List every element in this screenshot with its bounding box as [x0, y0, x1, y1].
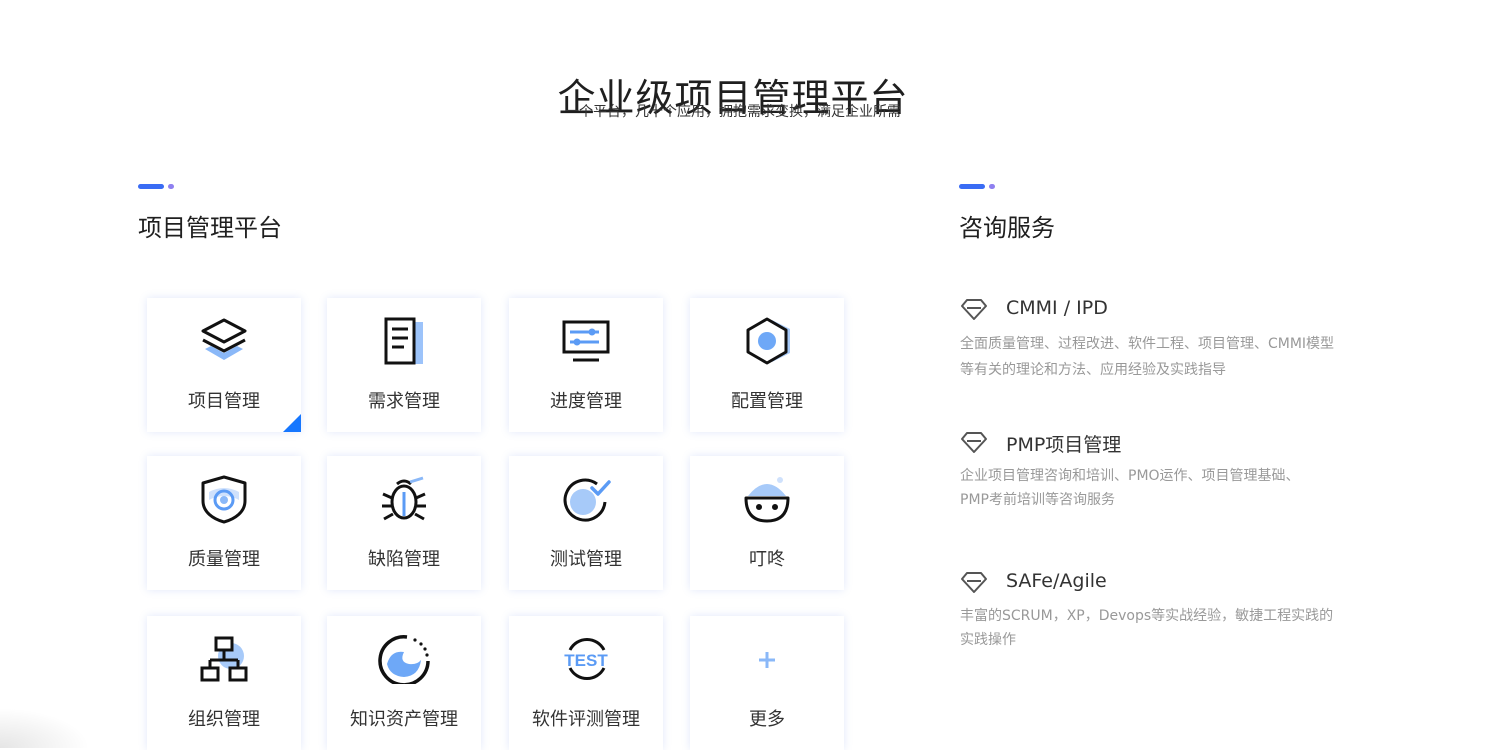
service-description: 全面质量管理、过程改进、软件工程、项目管理、CMMI模型 等有关的理论和方法、应…: [960, 336, 1335, 378]
tile-defect-management[interactable]: 缺陷管理: [327, 456, 481, 590]
tile-label: 项目管理: [188, 391, 260, 412]
service-title: SAFe/Agile: [1006, 570, 1107, 592]
layers-icon: [201, 318, 247, 360]
diamond-icon: [961, 299, 987, 320]
service-title: PMP项目管理: [1006, 434, 1122, 456]
svg-text:TEST: TEST: [564, 651, 608, 670]
tile-dingdong[interactable]: 叮咚: [690, 456, 844, 590]
tile-software-evaluation-management[interactable]: TEST 软件评测管理: [509, 616, 663, 750]
tile-organization-management[interactable]: 组织管理: [147, 616, 301, 750]
diamond-icon: [961, 432, 987, 453]
hexagon-icon: [746, 317, 790, 365]
tile-label: 进度管理: [550, 391, 622, 412]
page-subtitle: 一个平台，几十个应用，拥抱需求变换，满足企业所需: [565, 104, 901, 120]
service-title: CMMI / IPD: [1006, 297, 1108, 319]
tile-label: 更多: [749, 709, 785, 730]
diamond-icon: [961, 572, 987, 593]
tile-label: 软件评测管理: [532, 709, 640, 730]
tile-knowledge-asset-management[interactable]: 知识资产管理: [327, 616, 481, 750]
corner-shadow: [0, 708, 90, 748]
service-description: 企业项目管理咨询和培训、PMO运作、项目管理基础、 PMP考前培训等咨询服务: [960, 468, 1300, 508]
tile-label: 配置管理: [731, 391, 803, 412]
tile-label: 叮咚: [749, 549, 785, 570]
consulting-section-title: 咨询服务: [959, 214, 1055, 242]
tile-test-management[interactable]: 测试管理: [509, 456, 663, 590]
knowledge-icon: [378, 635, 430, 684]
tile-quality-management[interactable]: 质量管理: [147, 456, 301, 590]
tile-more[interactable]: 更多: [690, 616, 844, 750]
bug-icon: [382, 476, 426, 521]
tile-label: 组织管理: [188, 709, 260, 730]
test-icon: TEST: [564, 637, 608, 681]
org-chart-icon: [200, 636, 248, 682]
tile-label: 质量管理: [188, 549, 260, 570]
check-circle-icon: [563, 478, 611, 522]
tile-label: 缺陷管理: [368, 549, 440, 570]
active-corner-marker: [283, 414, 301, 432]
monitor-icon: [562, 320, 610, 362]
plus-icon: [759, 652, 775, 668]
platform-section-title: 项目管理平台: [138, 214, 282, 242]
tile-requirements-management[interactable]: 需求管理: [327, 298, 481, 432]
tile-label: 测试管理: [550, 549, 622, 570]
tile-schedule-management[interactable]: 进度管理: [509, 298, 663, 432]
shield-icon: [201, 475, 247, 524]
service-description: 丰富的SCRUM，XP，Devops等实战经验，敏捷工程实践的 实践操作: [960, 608, 1334, 648]
tile-project-management[interactable]: 项目管理: [147, 298, 301, 432]
tile-label: 需求管理: [368, 391, 440, 412]
document-icon: [384, 317, 423, 365]
tile-label: 知识资产管理: [350, 709, 458, 730]
tile-configuration-management[interactable]: 配置管理: [690, 298, 844, 432]
chat-face-icon: [744, 477, 790, 523]
